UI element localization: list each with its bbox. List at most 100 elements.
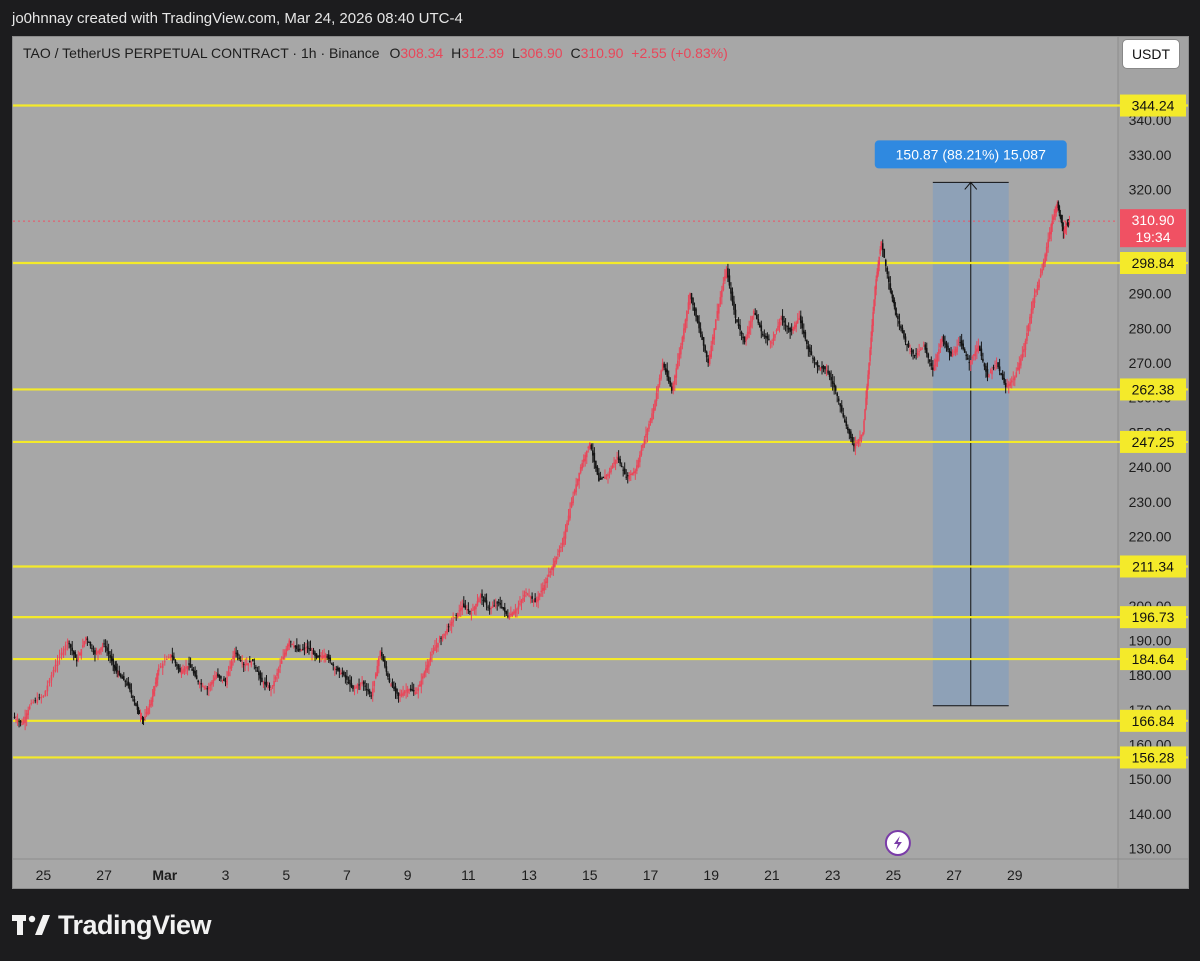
candle-body — [564, 529, 567, 539]
candle-body — [762, 333, 764, 336]
price-chart[interactable]: 340.00330.00320.00310.00300.00290.00280.… — [13, 37, 1189, 889]
candle-body — [352, 685, 354, 690]
candle-body — [414, 691, 417, 694]
candle-body — [112, 658, 114, 665]
candle-body — [845, 421, 848, 427]
candle-body — [201, 685, 204, 687]
candle-body — [617, 457, 620, 461]
candle-body — [646, 428, 649, 435]
candle-body — [675, 368, 678, 378]
candle-body — [103, 643, 105, 645]
low-value: 306.90 — [519, 45, 563, 61]
candle-body — [488, 608, 491, 610]
candle-body — [1015, 372, 1018, 377]
candle-body — [956, 346, 958, 352]
candle-body — [585, 450, 588, 458]
candle-body — [904, 336, 907, 343]
candle-body — [538, 593, 541, 597]
candle-body — [364, 685, 366, 687]
candle-body — [267, 686, 269, 688]
candle-body — [508, 615, 511, 619]
candle-body — [374, 673, 377, 679]
candle-body — [909, 349, 911, 351]
candle-body — [247, 663, 250, 666]
candle-body — [604, 476, 606, 480]
candle-body — [619, 459, 621, 464]
candle-body — [680, 345, 682, 355]
candle-body — [743, 336, 746, 343]
candle-body — [265, 681, 268, 686]
candle-body — [293, 645, 295, 647]
candle-body — [783, 320, 785, 323]
candle-body — [367, 689, 369, 692]
candle-body — [1020, 358, 1022, 366]
candle-body — [815, 362, 817, 364]
candle-body — [280, 660, 283, 664]
candle-body — [678, 353, 681, 360]
candle-body — [441, 635, 444, 641]
candle-body — [402, 692, 404, 696]
candle-body — [903, 330, 905, 338]
candle-body — [713, 328, 716, 340]
candle-body — [391, 681, 394, 687]
candle-body — [224, 680, 227, 683]
credit-text: jo0hnnay created with TradingView.com, M… — [12, 10, 463, 27]
candle-body — [203, 686, 206, 688]
y-tick-label: 330.00 — [1129, 147, 1172, 163]
candle-body — [702, 337, 705, 346]
candle-body — [94, 650, 96, 655]
candle-body — [318, 655, 321, 657]
candle-body — [186, 665, 189, 669]
candle-body — [346, 676, 348, 680]
candle-body — [443, 633, 445, 636]
x-tick-label: 11 — [461, 867, 476, 883]
candle-body — [256, 670, 259, 672]
close-label: C — [570, 45, 581, 61]
candle-body — [306, 646, 309, 648]
candle-body — [453, 617, 456, 619]
chart-frame[interactable]: 340.00330.00320.00310.00300.00290.00280.… — [12, 36, 1189, 889]
candle-body — [834, 386, 837, 391]
y-tick-label: 220.00 — [1129, 528, 1172, 544]
candle-body — [537, 596, 539, 602]
candle-body — [960, 340, 963, 346]
candle-body — [338, 667, 341, 672]
candle-body — [708, 354, 711, 365]
candle-body — [220, 676, 222, 679]
candle-body — [859, 437, 861, 442]
candle-body — [229, 666, 231, 670]
candle-body — [297, 649, 300, 651]
candle-body — [271, 685, 274, 687]
candle-body — [739, 325, 741, 331]
candle-body — [106, 647, 108, 651]
currency-unit-button[interactable]: USDT — [1122, 39, 1180, 69]
candle-body — [683, 328, 685, 340]
candle-body — [241, 662, 243, 664]
tradingview-brand[interactable]: TradingView — [12, 905, 212, 945]
candle-body — [608, 471, 611, 473]
candle-body — [74, 652, 77, 658]
candle-body — [466, 609, 468, 611]
candle-body — [605, 475, 608, 477]
candle-body — [684, 319, 687, 331]
candle-body — [663, 363, 665, 368]
x-tick-label: 23 — [825, 867, 841, 883]
candle-body — [1017, 367, 1019, 370]
candle-body — [933, 364, 936, 371]
candle-body — [405, 690, 407, 692]
candle-body — [582, 458, 585, 463]
candle-body — [959, 341, 961, 343]
candle-body — [813, 358, 816, 361]
candle-body — [936, 354, 939, 362]
candle-body — [208, 686, 210, 690]
candle-body — [22, 720, 25, 724]
candle-body — [755, 314, 758, 320]
candle-body — [415, 692, 418, 694]
candle-body — [159, 665, 162, 668]
x-tick-label: 13 — [521, 867, 537, 883]
candle-body — [658, 378, 661, 385]
candle-body — [458, 610, 461, 612]
candle-body — [925, 347, 928, 354]
candle-body — [173, 656, 175, 661]
candle-body — [554, 560, 556, 567]
